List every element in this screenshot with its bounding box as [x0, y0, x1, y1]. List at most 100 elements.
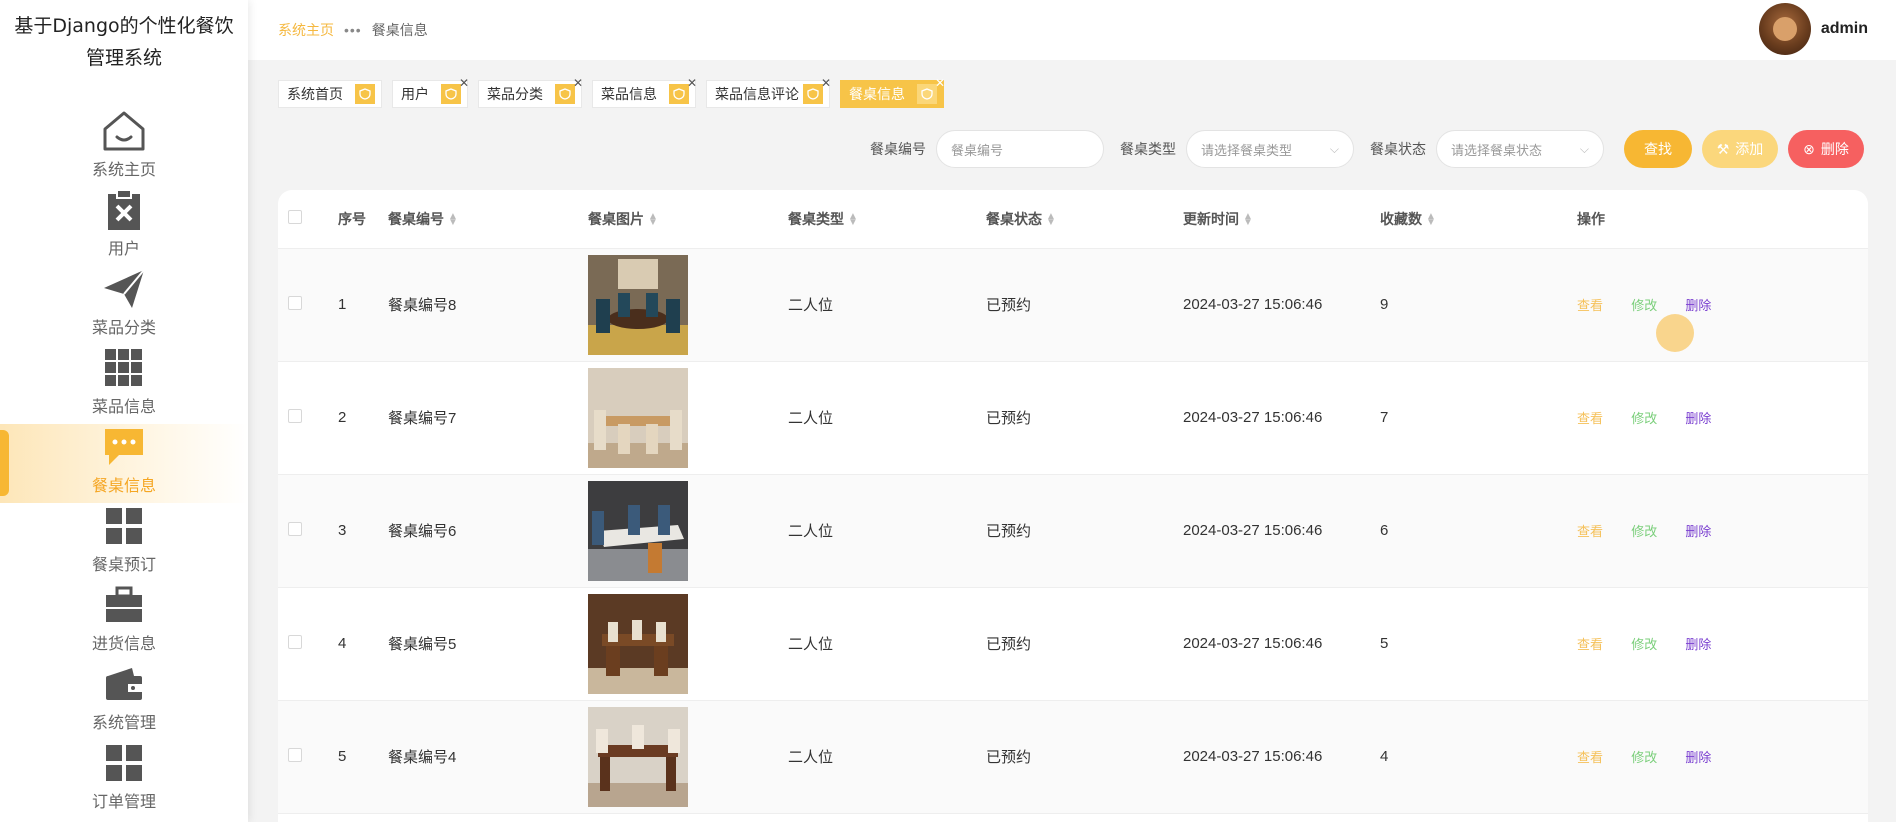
- table-image[interactable]: [588, 367, 688, 468]
- sort-icon[interactable]: ▲ ▼: [448, 212, 458, 228]
- cell-table-no: 餐桌编号6: [388, 523, 457, 540]
- sidebar-item-label: 系统主页: [91, 160, 156, 179]
- username[interactable]: admin: [1821, 20, 1868, 38]
- row-checkbox[interactable]: [288, 408, 302, 423]
- close-circle-icon: ⊗: [1803, 140, 1815, 157]
- edit-link[interactable]: 修改: [1631, 524, 1657, 539]
- user-menu[interactable]: admin: [1758, 2, 1868, 56]
- col-image[interactable]: 餐桌图片 ▲ ▼: [588, 190, 788, 249]
- cell-table-no: 餐桌编号7: [388, 410, 457, 427]
- view-link[interactable]: 查看: [1577, 411, 1603, 426]
- sidebar-item-dish-info[interactable]: 菜品信息: [0, 345, 248, 424]
- chevron-down-icon: ⌵: [1579, 141, 1589, 156]
- close-icon[interactable]: ✕: [687, 77, 697, 89]
- col-favorites[interactable]: 收藏数 ▲ ▼: [1380, 190, 1577, 249]
- tab-users[interactable]: 用户 ✕: [392, 77, 469, 108]
- edit-link[interactable]: 修改: [1631, 750, 1657, 765]
- row-checkbox[interactable]: [288, 295, 302, 310]
- table-row: 4 餐桌编号5 二人位 已预约 2024-03-27 15:06:46 5 查看…: [278, 587, 1868, 700]
- tiles-icon: [100, 740, 148, 786]
- row-checkbox[interactable]: [288, 747, 302, 762]
- col-label: 餐桌状态: [986, 210, 1042, 227]
- edit-link[interactable]: 修改: [1631, 411, 1657, 426]
- search-button[interactable]: 查找: [1624, 130, 1692, 168]
- sort-icon[interactable]: ▲ ▼: [1046, 212, 1056, 228]
- cell-type: 二人位: [788, 636, 834, 653]
- table-image[interactable]: [588, 480, 688, 581]
- delete-link[interactable]: 删除: [1685, 298, 1711, 313]
- search-bar: 餐桌编号 餐桌编号 餐桌类型 请选择餐桌类型 ⌵ 餐桌状态 请选择餐桌状态 ⌵ …: [864, 130, 1864, 168]
- sidebar-item-home[interactable]: 系统主页: [0, 108, 248, 187]
- select-all-checkbox[interactable]: [288, 210, 302, 225]
- view-link[interactable]: 查看: [1577, 524, 1603, 539]
- close-icon[interactable]: ✕: [573, 77, 583, 89]
- home-icon: [100, 108, 148, 154]
- avatar[interactable]: [1758, 3, 1811, 55]
- sidebar-item-purchase[interactable]: 进货信息: [0, 582, 248, 661]
- close-icon[interactable]: ✕: [459, 77, 469, 89]
- col-label: 餐桌图片: [588, 210, 644, 227]
- delete-link[interactable]: 删除: [1685, 637, 1711, 652]
- sort-icon[interactable]: ▲ ▼: [1426, 212, 1436, 228]
- breadcrumb-separator: •••: [344, 22, 362, 38]
- sidebar-item-dish-category[interactable]: 菜品分类: [0, 266, 248, 345]
- cell-status: 已预约: [986, 749, 1032, 766]
- close-icon[interactable]: ✕: [821, 77, 831, 89]
- tab-dish-category[interactable]: 菜品分类 ✕: [478, 77, 583, 108]
- cell-updated: 2024-03-27 15:06:46: [1183, 409, 1323, 426]
- tab-dish-comments[interactable]: 菜品信息评论 ✕: [706, 77, 831, 108]
- table-no-input[interactable]: 餐桌编号: [936, 130, 1104, 168]
- col-label: 餐桌编号: [388, 210, 444, 227]
- table-image[interactable]: [588, 593, 688, 694]
- sidebar: 基于Django的个性化餐饮 管理系统 系统主页 用户 菜品分类 菜品信息 餐桌…: [0, 0, 248, 822]
- sort-icon[interactable]: ▲ ▼: [848, 212, 858, 228]
- tab-home[interactable]: 系统首页: [278, 80, 382, 108]
- sidebar-item-table-booking[interactable]: 餐桌预订: [0, 503, 248, 582]
- sidebar-item-users[interactable]: 用户: [0, 187, 248, 266]
- cell-type: 二人位: [788, 410, 834, 427]
- table-image[interactable]: [588, 706, 688, 807]
- delete-button[interactable]: ⊗ 删除: [1788, 130, 1864, 168]
- col-status[interactable]: 餐桌状态 ▲ ▼: [986, 190, 1183, 249]
- sidebar-item-table-info[interactable]: 餐桌信息: [0, 424, 248, 503]
- tab-dish-info[interactable]: 菜品信息 ✕: [592, 77, 697, 108]
- add-icon: ⚒: [1716, 140, 1730, 157]
- row-checkbox[interactable]: [288, 521, 302, 536]
- delete-link[interactable]: 删除: [1685, 524, 1711, 539]
- sidebar-item-label: 菜品分类: [91, 318, 156, 337]
- delete-button-label: 删除: [1820, 141, 1849, 157]
- add-button[interactable]: ⚒ 添加: [1702, 130, 1778, 168]
- edit-link[interactable]: 修改: [1631, 637, 1657, 652]
- edit-link[interactable]: 修改: [1631, 298, 1657, 313]
- cell-type: 二人位: [788, 523, 834, 540]
- col-updated[interactable]: 更新时间 ▲ ▼: [1183, 190, 1380, 249]
- view-link[interactable]: 查看: [1577, 298, 1603, 313]
- sort-icon[interactable]: ▲ ▼: [648, 212, 658, 228]
- table-row: 1 餐桌编号8 二人位 已预约 2024-03-27 15:06:46 9 查看…: [278, 248, 1868, 361]
- col-table-no[interactable]: 餐桌编号 ▲ ▼: [388, 190, 588, 249]
- delete-link[interactable]: 删除: [1685, 750, 1711, 765]
- table-status-select[interactable]: 请选择餐桌状态 ⌵: [1436, 130, 1604, 168]
- cell-updated: 2024-03-27 15:06:46: [1183, 522, 1323, 539]
- col-label: 收藏数: [1380, 210, 1422, 227]
- sidebar-item-system[interactable]: 系统管理: [0, 661, 248, 740]
- tab-table-info[interactable]: 餐桌信息 ✕: [840, 77, 945, 108]
- sidebar-item-orders[interactable]: 订单管理: [0, 740, 248, 819]
- breadcrumb-home[interactable]: 系统主页: [278, 20, 334, 40]
- close-icon[interactable]: ✕: [935, 77, 945, 89]
- tab-label: 系统首页: [287, 86, 343, 102]
- table-image[interactable]: [588, 254, 688, 355]
- row-checkbox[interactable]: [288, 634, 302, 649]
- paper-plane-icon: [100, 266, 148, 312]
- col-type[interactable]: 餐桌类型 ▲ ▼: [788, 190, 986, 249]
- table-type-select[interactable]: 请选择餐桌类型 ⌵: [1186, 130, 1354, 168]
- cell-updated: 2024-03-27 15:06:46: [1183, 296, 1323, 313]
- cell-updated: 2024-03-27 15:06:46: [1183, 635, 1323, 652]
- cell-status: 已预约: [986, 410, 1032, 427]
- col-label: 餐桌类型: [788, 210, 844, 227]
- delete-link[interactable]: 删除: [1685, 411, 1711, 426]
- tab-label: 用户: [401, 86, 429, 102]
- view-link[interactable]: 查看: [1577, 637, 1603, 652]
- sort-icon[interactable]: ▲ ▼: [1243, 212, 1253, 228]
- view-link[interactable]: 查看: [1577, 750, 1603, 765]
